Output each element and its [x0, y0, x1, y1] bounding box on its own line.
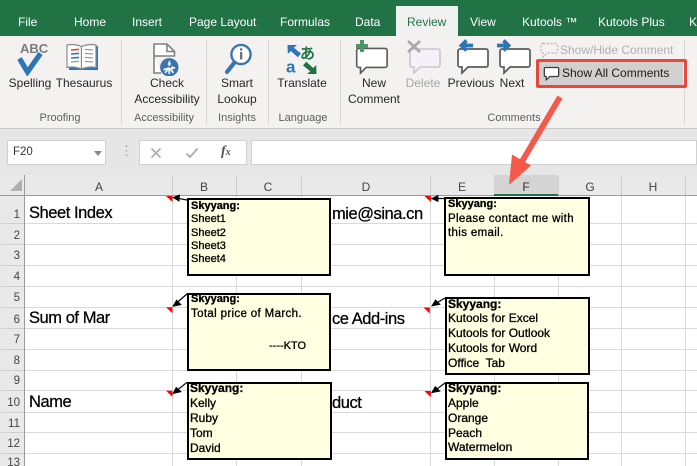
svg-text:あ: あ: [300, 46, 315, 63]
svg-text:ABC: ABC: [20, 41, 49, 56]
svg-text:a: a: [286, 58, 296, 76]
